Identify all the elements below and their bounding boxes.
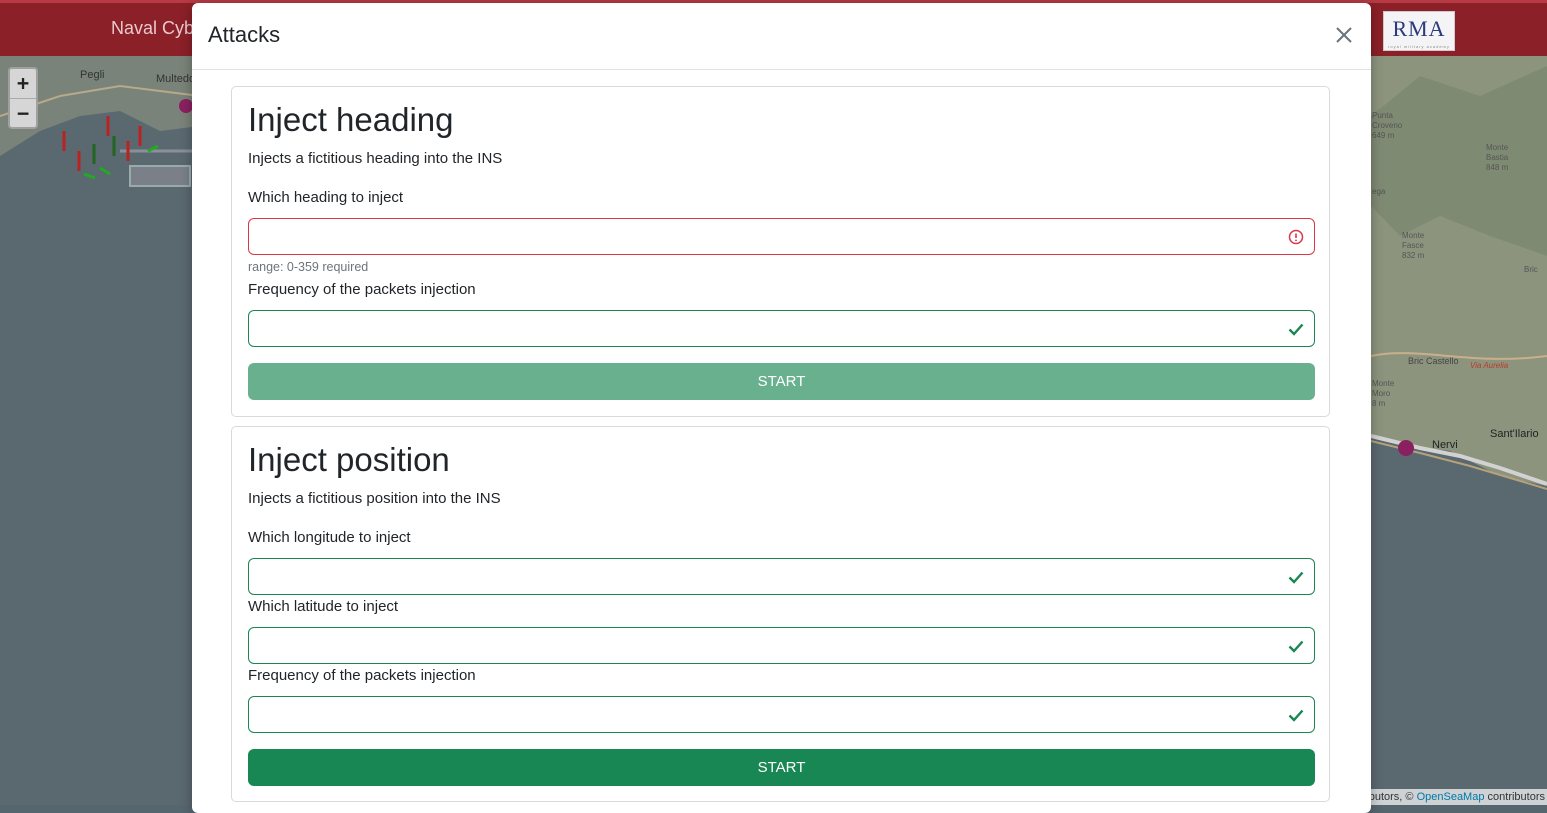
inject-position-card: Inject position Injects a fictitious pos… xyxy=(231,426,1330,802)
heading-label: Which heading to inject xyxy=(248,189,404,206)
logo-tagline: royal military academy xyxy=(1388,44,1450,49)
longitude-field xyxy=(248,558,1315,595)
svg-text:Fasce: Fasce xyxy=(1402,241,1424,250)
svg-text:Sant'Ilario: Sant'Ilario xyxy=(1490,428,1539,440)
svg-text:Monte: Monte xyxy=(1372,379,1395,388)
error-icon xyxy=(1288,229,1304,245)
check-icon xyxy=(1288,323,1304,336)
card-title: Inject heading xyxy=(248,101,454,138)
map-zoom-control: + − xyxy=(8,67,38,129)
frequency-label: Frequency of the packets injection xyxy=(248,281,476,298)
svg-text:Via Aurelia: Via Aurelia xyxy=(1470,361,1509,370)
zoom-in-button[interactable]: + xyxy=(10,69,36,99)
longitude-input[interactable] xyxy=(249,559,1293,592)
attribution-suffix: contributors xyxy=(1484,791,1545,803)
map-attribution: ributors, © OpenSeaMap contributors xyxy=(1358,789,1547,805)
svg-text:649 m: 649 m xyxy=(1372,131,1395,140)
heading-input[interactable] xyxy=(249,219,1293,252)
poi-icon-nervi xyxy=(1398,440,1414,456)
check-icon xyxy=(1288,709,1304,722)
svg-text:832 m: 832 m xyxy=(1402,251,1425,260)
modal-title: Attacks xyxy=(208,22,281,47)
svg-text:Monte: Monte xyxy=(1486,143,1509,152)
svg-text:Monte: Monte xyxy=(1402,231,1425,240)
card-description: Injects a fictitious heading into the IN… xyxy=(248,150,503,167)
frequency-input[interactable] xyxy=(249,697,1293,730)
svg-text:Punta: Punta xyxy=(1372,111,1393,120)
svg-text:Nervi: Nervi xyxy=(1432,439,1458,451)
attacks-modal: Attacks Inject heading Injects a fictiti… xyxy=(192,3,1371,813)
svg-text:Bric: Bric xyxy=(1524,265,1538,274)
frequency-field xyxy=(248,696,1315,733)
svg-text:ega: ega xyxy=(1372,187,1386,196)
rma-logo: RMA royal military academy xyxy=(1383,11,1455,51)
svg-text:Bastia: Bastia xyxy=(1486,153,1509,162)
latitude-field xyxy=(248,627,1315,664)
heading-field xyxy=(248,218,1315,255)
svg-text:Croveno: Croveno xyxy=(1372,121,1403,130)
longitude-label: Which longitude to inject xyxy=(248,529,411,546)
svg-text:Bric Castello: Bric Castello xyxy=(1408,356,1459,366)
svg-text:8 m: 8 m xyxy=(1372,399,1386,408)
zoom-out-button[interactable]: − xyxy=(10,99,36,127)
check-icon xyxy=(1288,571,1304,584)
check-icon xyxy=(1288,640,1304,653)
modal-header: Attacks xyxy=(192,3,1371,70)
latitude-input[interactable] xyxy=(249,628,1293,661)
latitude-label: Which latitude to inject xyxy=(248,598,399,615)
svg-text:Pegli: Pegli xyxy=(80,69,104,81)
logo-text: RMA xyxy=(1392,16,1446,41)
frequency-input[interactable] xyxy=(249,311,1293,344)
frequency-field xyxy=(248,310,1315,347)
inject-heading-card: Inject heading Injects a fictitious head… xyxy=(231,86,1330,417)
card-description: Injects a fictitious position into the I… xyxy=(248,490,501,507)
close-icon[interactable] xyxy=(1331,22,1357,48)
start-heading-button[interactable]: START xyxy=(248,363,1315,400)
start-position-button[interactable]: START xyxy=(248,749,1315,786)
svg-text:Multedo: Multedo xyxy=(156,73,195,85)
svg-text:Moro: Moro xyxy=(1372,389,1391,398)
heading-hint: range: 0-359 required xyxy=(248,260,369,274)
frequency-label: Frequency of the packets injection xyxy=(248,667,476,684)
poi-icon xyxy=(179,99,193,113)
svg-text:848 m: 848 m xyxy=(1486,163,1509,172)
card-title: Inject position xyxy=(248,441,450,478)
attribution-link[interactable]: OpenSeaMap xyxy=(1417,791,1485,803)
